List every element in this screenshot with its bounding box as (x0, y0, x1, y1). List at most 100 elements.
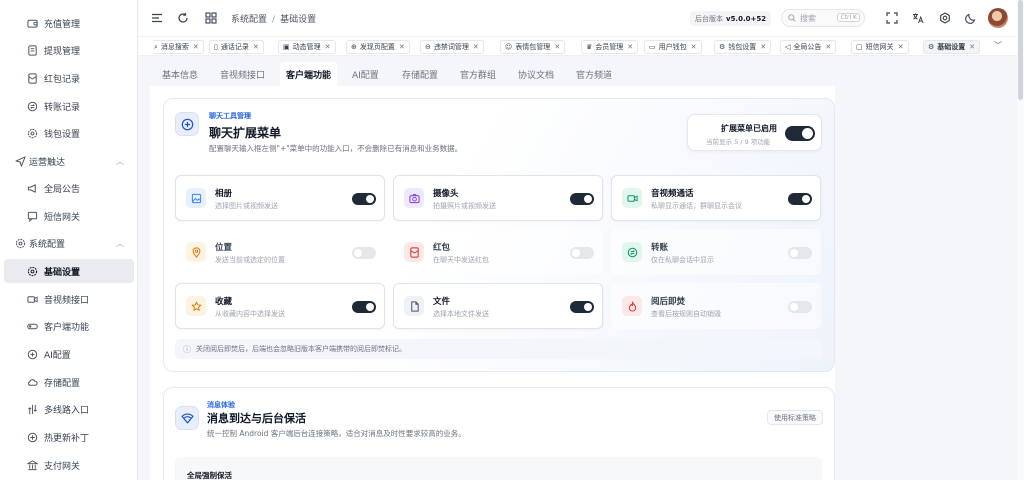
grid-icon[interactable] (204, 11, 218, 25)
sidebar-item-basic-settings[interactable]: 基础设置 (4, 259, 134, 283)
dark-mode-icon[interactable] (964, 11, 978, 25)
card-kicker: 聊天工具管理 (209, 112, 251, 120)
sidebar-item-ai-config[interactable]: AI配置 (4, 342, 134, 366)
tab-wallet-settings[interactable]: ⚙ 钱包设置 ✕ (714, 40, 772, 54)
tab-moments[interactable]: ▣ 动态管理 ✕ (278, 40, 336, 54)
card-title: 消息到达与后台保活 (207, 412, 306, 425)
subtab-storage[interactable]: 存储配置 (396, 62, 444, 86)
sidebar-item-label: 转账记录 (44, 102, 81, 113)
subtab-av-interface[interactable]: 音视频接口 (214, 62, 271, 86)
sidebar-item-withdraw[interactable]: 提现管理 (4, 38, 134, 62)
sidebar-item-announcement[interactable]: 全局公告 (4, 176, 134, 200)
subtab-ai-config[interactable]: AI配置 (346, 62, 385, 86)
page-scrollbar[interactable] (1017, 0, 1024, 480)
use-standard-policy-button[interactable]: 使用标准策略 (767, 410, 823, 425)
sidebar-item-wallet-settings[interactable]: 钱包设置 (4, 121, 134, 145)
close-icon[interactable]: ✕ (473, 43, 479, 51)
subtab-agreements[interactable]: 协议文档 (512, 62, 560, 86)
subtab-client-features[interactable]: 客户端功能 (280, 62, 338, 86)
close-icon[interactable]: ✕ (627, 43, 633, 51)
keepalive-section (175, 457, 822, 480)
close-icon[interactable]: ✕ (760, 43, 766, 51)
feature-red-packet: 红包 在聊天中发送红包 (393, 229, 603, 275)
feature-toggle-camera[interactable] (570, 193, 594, 205)
close-icon[interactable]: ✕ (969, 43, 975, 51)
fullscreen-icon[interactable] (885, 11, 899, 25)
settings-icon[interactable] (938, 11, 952, 25)
feature-toggle-album[interactable] (352, 193, 376, 205)
feature-toggle-location[interactable] (352, 247, 376, 259)
version-label: 后台版本 (695, 14, 723, 23)
translate-icon[interactable] (911, 11, 925, 25)
info-note-text: 关闭阅后即焚后，后端也会忽略旧版本客户端携带的阅后即焚标记。 (196, 345, 406, 353)
sidebar-group-operations[interactable]: 运营触达 ︿ (4, 149, 134, 173)
close-icon[interactable]: ✕ (898, 43, 904, 51)
subtab-basic-info[interactable]: 基本信息 (156, 62, 204, 86)
settings-icon (26, 265, 38, 277)
sidebar-item-recharge[interactable]: 充值管理 (4, 11, 134, 35)
sidebar-item-transfer[interactable]: 转账记录 (4, 94, 134, 118)
breadcrumb-item[interactable]: 系统配置 (231, 15, 267, 25)
close-icon[interactable]: ✕ (825, 43, 831, 51)
search-input[interactable]: 搜索 Ctrl K (781, 9, 865, 27)
subtab-official-channels[interactable]: 官方频道 (570, 62, 618, 86)
ai-icon (26, 348, 38, 360)
tab-members[interactable]: ♛ 会员管理 ✕ (581, 40, 639, 54)
feature-desc: 拍摄照片或视频发送 (433, 202, 496, 210)
feature-toggle-transfer[interactable] (788, 247, 812, 259)
close-icon[interactable]: ✕ (253, 43, 259, 51)
tab-user-wallet[interactable]: ▭ 用户钱包 ✕ (644, 40, 702, 54)
avatar[interactable] (988, 8, 1008, 28)
wallet-icon (26, 17, 38, 29)
tab-stickers[interactable]: ☺ 表情包管理 ✕ (500, 40, 566, 54)
tab-forbidden-words[interactable]: ⊖ 违禁词管理 ✕ (420, 40, 484, 54)
close-icon[interactable]: ✕ (399, 43, 405, 51)
tab-discover[interactable]: ⊕ 发现页配置 ✕ (346, 40, 410, 54)
sidebar-item-label: 热更新补丁 (44, 433, 90, 444)
sidebar-item-sms-gateway[interactable]: 短信网关 (4, 204, 134, 228)
sidebar-item-label: 存储配置 (44, 378, 81, 389)
feature-desc: 选择图片或视频发送 (215, 202, 278, 210)
refresh-icon[interactable] (176, 11, 190, 25)
extension-status-title: 扩展菜单已启用 (721, 124, 777, 133)
tab-basic-settings[interactable]: ⚙ 基础设置 ✕ (923, 40, 981, 54)
close-icon[interactable]: ✕ (325, 43, 331, 51)
close-icon[interactable]: ✕ (554, 43, 560, 51)
smile-icon: ☺ (505, 43, 513, 51)
tab-bar: ⌕ 消息搜索 ✕ ▯ 通话记录 ✕ ▣ 动态管理 ✕ ⊕ 发现页配置 ✕ ⊖ 违禁词管理 ✕ ☺ 表情… (139, 36, 1024, 56)
plus-circle-icon (175, 112, 199, 136)
extension-master-toggle[interactable] (785, 126, 815, 141)
subtab-official-groups[interactable]: 官方群组 (454, 62, 502, 86)
menu-toggle-icon[interactable] (150, 11, 164, 25)
close-icon[interactable]: ✕ (691, 43, 697, 51)
wifi-icon (175, 406, 199, 430)
sidebar-item-hot-patch[interactable]: 热更新补丁 (4, 425, 134, 449)
image-icon: ▣ (283, 43, 290, 51)
feature-toggle-favorites[interactable] (352, 301, 376, 313)
feature-desc: 从收藏内容中选择发送 (215, 310, 285, 318)
sidebar-item-client-features[interactable]: 客户端功能 (4, 314, 134, 338)
sidebar-item-label: 充值管理 (44, 19, 81, 30)
feature-name: 收藏 (215, 297, 233, 307)
chevron-down-icon[interactable]: ﹀ (991, 40, 1005, 54)
tab-announcement[interactable]: ◁ 全局公告 ✕ (780, 40, 837, 54)
sidebar-item-multi-route[interactable]: 多线路入口 (4, 397, 134, 421)
cloud-icon (26, 376, 38, 388)
star-icon (186, 296, 206, 316)
tab-call-records[interactable]: ▯ 通话记录 ✕ (209, 40, 264, 54)
sidebar-item-label: 基础设置 (44, 267, 81, 278)
feature-toggle-av-call[interactable] (788, 193, 812, 205)
tab-sms-gateway[interactable]: ▢ 短信网关 ✕ (851, 40, 909, 54)
sidebar-item-payment-gateway[interactable]: 支付网关 (4, 453, 134, 477)
feature-av-call: 音视频通话 私聊显示通话，群聊显示会议 (611, 175, 821, 221)
sidebar-item-storage[interactable]: 存储配置 (4, 370, 134, 394)
sidebar-item-av-interface[interactable]: 音视频接口 (4, 287, 134, 311)
feature-toggle-burn-after-read[interactable] (788, 301, 812, 313)
red-packet-icon (404, 242, 424, 262)
tab-message-search[interactable]: ⌕ 消息搜索 ✕ (152, 40, 204, 54)
feature-toggle-file[interactable] (570, 301, 594, 313)
feature-toggle-red-packet[interactable] (570, 247, 594, 259)
close-icon[interactable]: ✕ (193, 43, 199, 51)
sidebar-item-red-packet[interactable]: 红包记录 (4, 66, 134, 90)
sidebar-group-system[interactable]: 系统配置 ︿ (4, 231, 134, 255)
